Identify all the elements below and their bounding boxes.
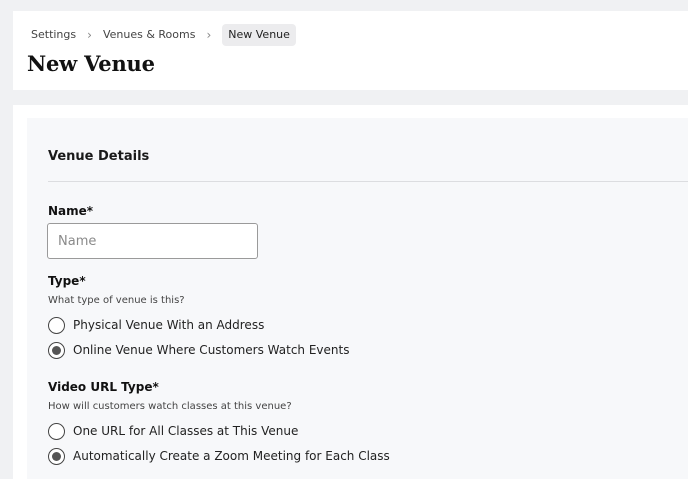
video-option-zoom[interactable]: Automatically Create a Zoom Meeting for … <box>48 447 390 465</box>
section-divider <box>48 181 688 182</box>
type-label: Type* <box>48 274 86 288</box>
breadcrumb-settings[interactable]: Settings <box>31 24 76 46</box>
name-label: Name* <box>48 204 94 218</box>
video-option-one-url[interactable]: One URL for All Classes at This Venue <box>48 422 298 440</box>
type-option-label: Online Venue Where Customers Watch Event… <box>73 343 350 357</box>
video-option-label: One URL for All Classes at This Venue <box>73 424 299 438</box>
page-title: New Venue <box>27 51 155 76</box>
type-help-text: What type of venue is this? <box>48 295 185 306</box>
chevron-right-icon: › <box>206 28 212 42</box>
radio-checked-icon[interactable] <box>48 341 65 359</box>
video-url-type-help-text: How will customers watch classes at this… <box>48 401 292 412</box>
radio-unchecked-icon[interactable] <box>48 422 65 440</box>
radio-unchecked-icon[interactable] <box>48 316 65 334</box>
breadcrumb-current: New Venue <box>222 24 296 46</box>
type-option-label: Physical Venue With an Address <box>73 318 265 332</box>
section-title: Venue Details <box>48 149 150 164</box>
page-header: Settings › Venues & Rooms › New Venue Ne… <box>13 11 688 90</box>
chevron-right-icon: › <box>87 28 92 42</box>
video-url-type-label: Video URL Type* <box>48 380 159 394</box>
form-card: Venue Details Name* Type* What type of v… <box>13 105 688 479</box>
name-input[interactable] <box>47 223 258 259</box>
video-option-label: Automatically Create a Zoom Meeting for … <box>73 449 390 463</box>
type-option-online[interactable]: Online Venue Where Customers Watch Event… <box>48 341 349 359</box>
venue-details-panel: Venue Details Name* Type* What type of v… <box>27 118 688 479</box>
radio-checked-icon[interactable] <box>48 447 65 465</box>
breadcrumb-venues-rooms[interactable]: Venues & Rooms <box>103 24 196 46</box>
type-option-physical[interactable]: Physical Venue With an Address <box>48 316 264 334</box>
breadcrumb: Settings › Venues & Rooms › New Venue <box>31 24 296 46</box>
